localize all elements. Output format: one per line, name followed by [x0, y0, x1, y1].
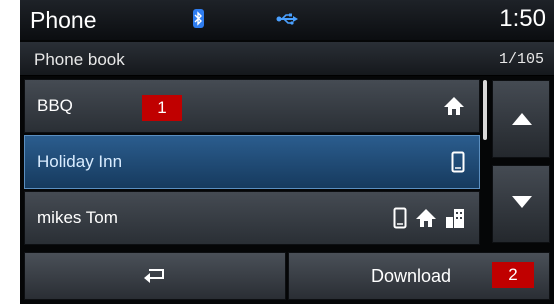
contact-type-icons	[393, 206, 465, 230]
contact-type-icons	[443, 94, 465, 118]
page-header: Phone book 1/105	[20, 42, 554, 76]
back-button[interactable]	[24, 252, 286, 300]
contact-row-bbq[interactable]: BBQ	[24, 79, 480, 133]
contact-row-mikes-tom[interactable]: mikes Tom	[24, 191, 480, 245]
page-counter: 1/105	[498, 51, 544, 68]
callout-marker-2: 2	[492, 262, 534, 288]
scroll-up-button[interactable]	[492, 80, 550, 158]
contact-row-holiday-inn[interactable]: Holiday Inn	[24, 135, 480, 189]
download-label: Download	[371, 266, 452, 286]
status-bar: Phone 1:50	[20, 0, 554, 40]
mobile-icon	[393, 207, 407, 229]
clock: 1:50	[499, 5, 546, 32]
contact-name: mikes Tom	[37, 208, 118, 227]
office-icon	[446, 209, 464, 228]
scroll-down-icon	[512, 196, 532, 208]
app-title: Phone	[30, 7, 97, 33]
home-icon	[444, 97, 464, 115]
scrollbar[interactable]	[483, 80, 487, 140]
bluetooth-icon	[193, 9, 204, 28]
back-icon	[144, 269, 164, 283]
contact-name: Holiday Inn	[37, 152, 123, 171]
phone-screen: Phone 1:50 Phone book 1/105 BBQ Holiday …	[20, 0, 554, 304]
contact-type-icons	[451, 150, 465, 174]
scroll-down-button[interactable]	[492, 165, 550, 243]
scroll-up-icon	[512, 113, 532, 125]
page-title: Phone book	[34, 50, 125, 69]
contact-name: BBQ	[37, 96, 73, 115]
mobile-icon	[451, 151, 465, 173]
home-icon	[416, 209, 436, 227]
usb-icon	[276, 12, 298, 30]
callout-marker-1: 1	[142, 95, 182, 121]
